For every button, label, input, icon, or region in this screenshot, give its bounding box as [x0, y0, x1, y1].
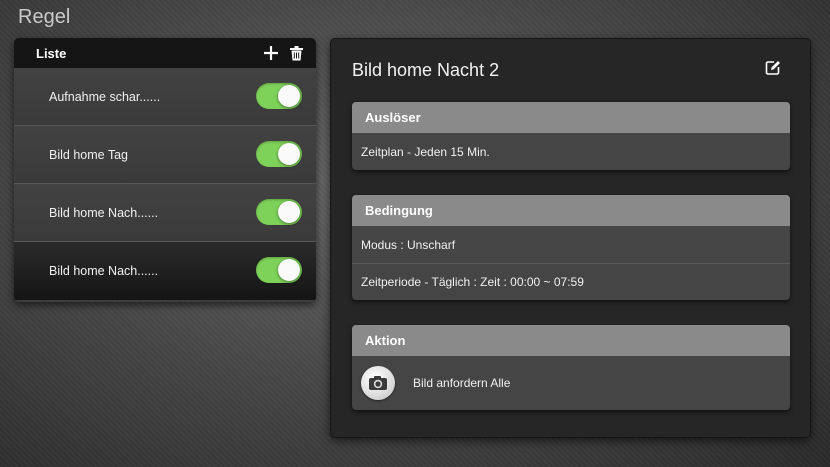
- rule-toggle[interactable]: [256, 257, 302, 283]
- trigger-header: Auslöser: [352, 102, 790, 133]
- rule-toggle[interactable]: [256, 141, 302, 167]
- trash-icon[interactable]: [288, 45, 304, 61]
- condition-row[interactable]: Zeitperiode - Täglich : Zeit : 00:00 ~ 0…: [352, 263, 790, 300]
- trigger-row[interactable]: Zeitplan - Jeden 15 Min.: [352, 133, 790, 170]
- action-label: Bild anfordern Alle: [413, 376, 511, 390]
- rule-detail-panel: Bild home Nacht 2 Auslöser Zeitplan - Je…: [330, 38, 811, 438]
- condition-section: Bedingung Modus : Unscharf Zeitperiode -…: [352, 195, 790, 300]
- list-title: Liste: [36, 45, 67, 61]
- action-header: Aktion: [352, 325, 790, 356]
- rule-toggle[interactable]: [256, 199, 302, 225]
- edit-icon[interactable]: [765, 60, 781, 76]
- detail-title: Bild home Nacht 2: [352, 60, 500, 80]
- plus-icon[interactable]: [263, 45, 279, 61]
- toggle-knob: [278, 201, 300, 223]
- list-item[interactable]: Bild home Tag: [14, 126, 316, 184]
- page-title: Regel: [18, 6, 71, 28]
- list-item[interactable]: Aufnahme schar......: [14, 68, 316, 126]
- action-row[interactable]: Bild anfordern Alle: [352, 356, 790, 410]
- list-item-selected[interactable]: Bild home Nach......: [14, 242, 316, 300]
- toggle-knob: [278, 85, 300, 107]
- rule-list-panel: Liste Aufnahme schar...... Bild home Tag…: [14, 38, 316, 302]
- list-item[interactable]: Bild home Nach......: [14, 184, 316, 242]
- toggle-knob: [278, 143, 300, 165]
- camera-icon: [361, 366, 395, 400]
- action-section: Aktion Bild anfordern Alle: [352, 325, 790, 410]
- condition-row[interactable]: Modus : Unscharf: [352, 226, 790, 263]
- toggle-knob: [278, 259, 300, 281]
- list-header: Liste: [14, 38, 316, 68]
- condition-header: Bedingung: [352, 195, 790, 226]
- rule-toggle[interactable]: [256, 83, 302, 109]
- trigger-section: Auslöser Zeitplan - Jeden 15 Min.: [352, 102, 790, 170]
